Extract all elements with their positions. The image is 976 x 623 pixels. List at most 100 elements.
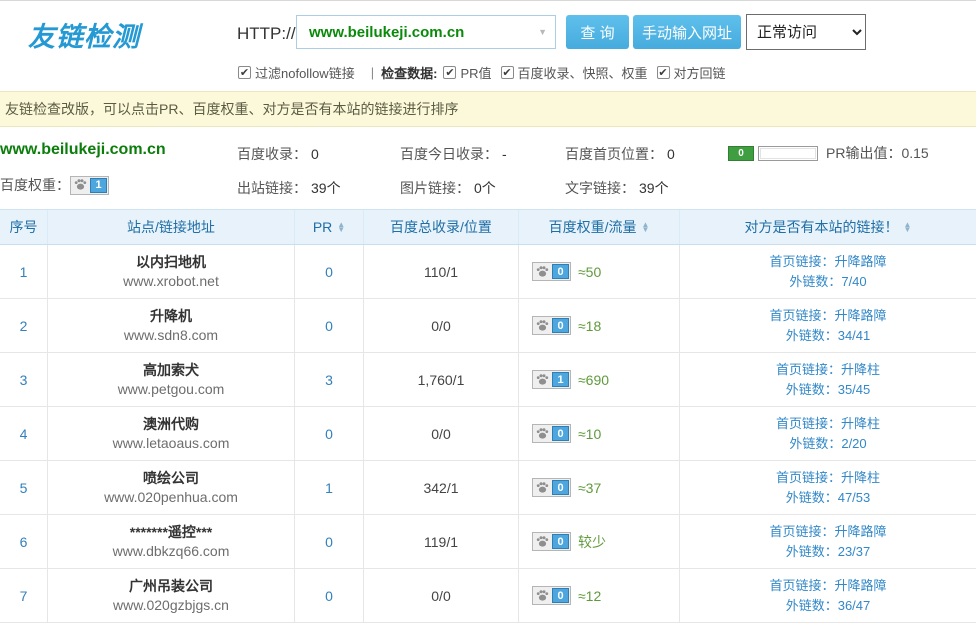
stat-value: 0 xyxy=(311,146,319,162)
traffic-estimate: ≈50 xyxy=(578,264,601,280)
filter-nofollow-label: 过滤nofollow链接 xyxy=(255,63,355,82)
site-url-link[interactable]: www.020penhua.com xyxy=(104,488,238,507)
manual-input-button[interactable]: 手动输入网址 xyxy=(633,15,741,49)
header-backlink-sortable[interactable]: 对方是否有本站的链接！ ▲▼ xyxy=(680,210,976,244)
site-url-link[interactable]: www.letaoaus.com xyxy=(113,434,230,453)
divider: | xyxy=(371,65,374,80)
query-button[interactable]: 查 询 xyxy=(566,15,629,49)
site-title: 升降机 xyxy=(150,307,192,326)
pr-value: 0 xyxy=(325,588,333,604)
outlink-count[interactable]: 外链数：36/47 xyxy=(786,596,871,616)
table-row: 1 以内扫地机 www.xrobot.net 0 110/1 0 ≈50 首页链… xyxy=(0,245,976,299)
pr-value: 0 xyxy=(325,264,333,280)
site-title: 澳洲代购 xyxy=(143,415,199,434)
pr-value: 0 xyxy=(325,426,333,442)
baidu-weight-badge: 1 xyxy=(532,370,571,389)
weight-number: 1 xyxy=(552,372,569,387)
homepage-backlink[interactable]: 首页链接：升降柱 xyxy=(776,360,880,380)
site-url-link[interactable]: www.sdn8.com xyxy=(124,326,218,345)
included-position-value: 0/0 xyxy=(431,426,450,442)
homepage-backlink[interactable]: 首页链接：升降路障 xyxy=(769,306,886,326)
stat-baidu-today: 百度今日收录：- xyxy=(400,144,507,164)
pr-value: 0 xyxy=(325,318,333,334)
paw-icon xyxy=(534,318,551,333)
checkbox-checked-icon[interactable]: ✔ xyxy=(501,66,514,79)
site-url-link[interactable]: www.xrobot.net xyxy=(123,272,219,291)
checked-domain[interactable]: www.beilukeji.com.cn xyxy=(0,141,166,159)
sort-icon[interactable]: ▲▼ xyxy=(337,222,345,232)
site-title: 以内扫地机 xyxy=(136,253,206,272)
outlink-count[interactable]: 外链数：7/40 xyxy=(789,272,866,292)
access-mode-select[interactable]: 正常访问 xyxy=(746,14,866,50)
table-row: 5 喷绘公司 www.020penhua.com 1 342/1 0 ≈37 首… xyxy=(0,461,976,515)
baidu-weight-badge: 0 xyxy=(532,316,571,335)
checkbox-checked-icon[interactable]: ✔ xyxy=(443,66,456,79)
traffic-estimate: 较少 xyxy=(578,532,606,552)
pr-value: 1 xyxy=(325,480,333,496)
included-position-value: 119/1 xyxy=(424,534,458,550)
row-number: 3 xyxy=(20,372,28,388)
homepage-backlink[interactable]: 首页链接：升降柱 xyxy=(776,468,880,488)
included-position-value: 0/0 xyxy=(431,318,450,334)
stat-baidu-homepos: 百度首页位置：0 xyxy=(565,144,675,164)
notice-text: 友链检查改版，可以点击PR、百度权重、对方是否有本站的链接进行排序 xyxy=(5,99,458,119)
outlink-count[interactable]: 外链数：34/41 xyxy=(786,326,871,346)
site-url-link[interactable]: www.dbkzq66.com xyxy=(113,542,230,561)
app-logo[interactable]: 友链检测 xyxy=(28,15,140,54)
included-position-value: 1,760/1 xyxy=(418,372,465,388)
weight-number: 0 xyxy=(552,426,569,441)
baidu-weight-badge: 0 xyxy=(532,478,571,497)
stat-value: 39个 xyxy=(311,180,341,196)
baidu-weight-badge: 0 xyxy=(532,586,571,605)
stat-label: 百度权重： xyxy=(0,175,70,195)
traffic-estimate: ≈12 xyxy=(578,588,601,604)
checkbox-checked-icon[interactable]: ✔ xyxy=(238,66,251,79)
site-url-link[interactable]: www.020gzbjgs.cn xyxy=(113,596,229,615)
header-weight-sortable[interactable]: 百度权重/流量 ▲▼ xyxy=(519,210,680,244)
paw-icon xyxy=(534,426,551,441)
stat-baidu-included: 百度收录：0 xyxy=(237,144,319,164)
stat-value: - xyxy=(502,146,507,162)
protocol-label: HTTP:// xyxy=(237,24,296,44)
outlink-count[interactable]: 外链数：2/20 xyxy=(789,434,866,454)
stat-image-links: 图片链接：0个 xyxy=(400,178,496,198)
pr-bar-empty xyxy=(758,146,818,161)
weight-number: 0 xyxy=(552,318,569,333)
homepage-backlink[interactable]: 首页链接：升降路障 xyxy=(769,576,886,596)
weight-number: 0 xyxy=(552,534,569,549)
url-combobox[interactable]: ▼ xyxy=(296,15,556,49)
stat-value: 0 xyxy=(667,146,675,162)
sort-icon[interactable]: ▲▼ xyxy=(641,222,649,232)
stat-label: 文字链接： xyxy=(565,180,635,196)
outlink-count[interactable]: 外链数：35/45 xyxy=(786,380,871,400)
check-option-backlink[interactable]: ✔ 对方回链 xyxy=(657,63,726,82)
header-pr-sortable[interactable]: PR ▲▼ xyxy=(295,210,364,244)
homepage-backlink[interactable]: 首页链接：升降柱 xyxy=(776,414,880,434)
traffic-estimate: ≈690 xyxy=(578,372,609,388)
homepage-backlink[interactable]: 首页链接：升降路障 xyxy=(769,522,886,542)
site-title: *******遥控*** xyxy=(130,523,212,542)
site-url-link[interactable]: www.petgou.com xyxy=(118,380,225,399)
url-input[interactable] xyxy=(296,15,556,49)
included-position-value: 342/1 xyxy=(423,480,458,496)
outlink-count[interactable]: 外链数：47/53 xyxy=(786,488,871,508)
sort-icon[interactable]: ▲▼ xyxy=(904,222,912,232)
stat-label: 出站链接： xyxy=(237,180,307,196)
stat-label: 百度今日收录： xyxy=(400,146,498,162)
check-option-baidu[interactable]: ✔ 百度收录、快照、权重 xyxy=(501,63,648,82)
traffic-estimate: ≈18 xyxy=(578,318,601,334)
checkbox-checked-icon[interactable]: ✔ xyxy=(657,66,670,79)
homepage-backlink[interactable]: 首页链接：升降路障 xyxy=(769,252,886,272)
weight-number: 0 xyxy=(552,588,569,603)
chevron-down-icon[interactable]: ▼ xyxy=(538,27,547,37)
filter-nofollow-option[interactable]: ✔ 过滤nofollow链接 xyxy=(238,63,355,82)
stat-value: 39个 xyxy=(639,180,669,196)
outlink-count[interactable]: 外链数：23/37 xyxy=(786,542,871,562)
check-option-pr[interactable]: ✔ PR值 xyxy=(443,63,491,82)
included-position-value: 0/0 xyxy=(431,588,450,604)
row-number: 2 xyxy=(20,318,28,334)
included-position-value: 110/1 xyxy=(424,264,458,280)
notice-bar: 友链检查改版，可以点击PR、百度权重、对方是否有本站的链接进行排序 xyxy=(0,91,976,127)
stat-text-links: 文字链接：39个 xyxy=(565,178,669,198)
check-option-baidu-label: 百度收录、快照、权重 xyxy=(518,63,648,82)
